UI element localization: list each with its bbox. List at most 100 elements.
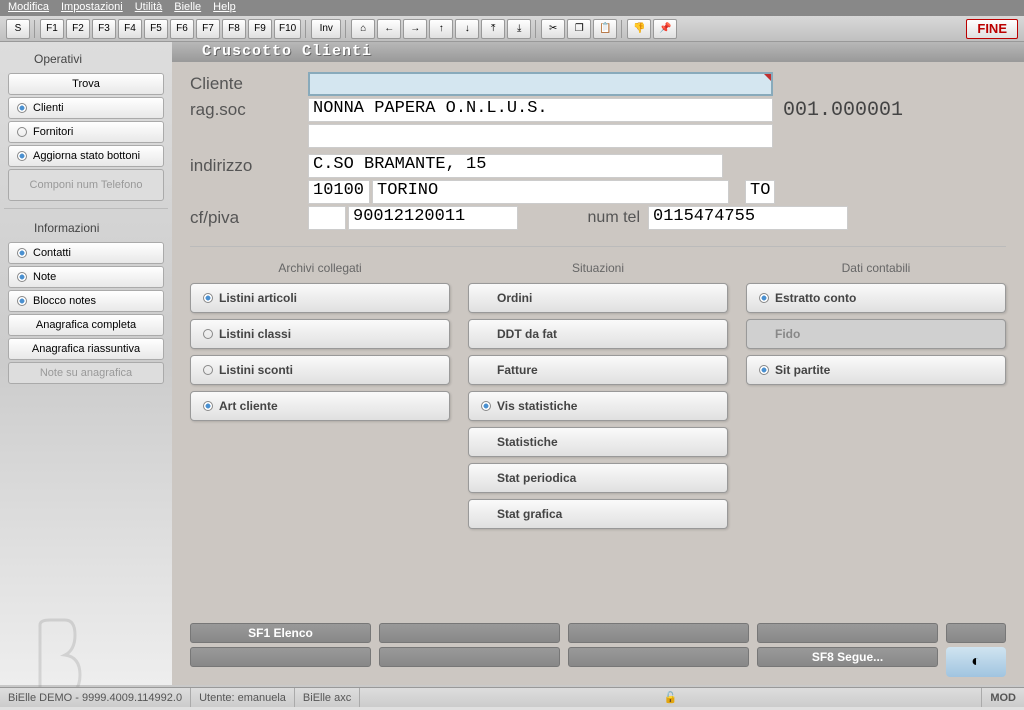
btn-vis-statistiche[interactable]: Vis statistiche <box>468 391 728 421</box>
sf4-button[interactable] <box>757 623 938 643</box>
radio-on-icon <box>203 293 213 303</box>
btn-stat-periodica[interactable]: Stat periodica <box>468 463 728 493</box>
input-cf[interactable] <box>308 206 346 230</box>
sf2-button[interactable] <box>379 623 560 643</box>
btn-estratto-conto[interactable]: Estratto conto <box>746 283 1006 313</box>
status-user: Utente: emanuela <box>191 688 295 707</box>
sf3-button[interactable] <box>568 623 749 643</box>
toolbar-inv[interactable]: Inv <box>311 19 341 39</box>
toolbar-f8[interactable]: F8 <box>222 19 246 39</box>
btn-fido: Fido <box>746 319 1006 349</box>
sf5-button[interactable] <box>946 623 1006 643</box>
btn-ddt[interactable]: DDT da fat <box>468 319 728 349</box>
speedometer-icon[interactable]: ◐ <box>946 647 1006 677</box>
sidebar: Operativi Trova Clienti Fornitori Aggior… <box>0 42 172 685</box>
toolbar-f7[interactable]: F7 <box>196 19 220 39</box>
client-form: Cliente rag.soc NONNA PAPERA O.N.L.U.S. … <box>172 62 1024 242</box>
input-numtel[interactable]: 0115474755 <box>648 206 848 230</box>
col-title-archivi: Archivi collegati <box>190 257 450 283</box>
toolbar-f5[interactable]: F5 <box>144 19 168 39</box>
input-cap[interactable]: 10100 <box>308 180 370 204</box>
cut-icon[interactable]: ✂ <box>541 19 565 39</box>
status-mod[interactable]: MOD <box>981 688 1024 707</box>
menu-help[interactable]: Help <box>213 1 236 15</box>
btn-stat-grafica[interactable]: Stat grafica <box>468 499 728 529</box>
paste-icon[interactable]: 📋 <box>593 19 617 39</box>
radio-on-icon <box>17 296 27 306</box>
toolbar-f1[interactable]: F1 <box>40 19 64 39</box>
btn-listini-articoli[interactable]: Listini articoli <box>190 283 450 313</box>
page-up-icon[interactable]: ⤒ <box>481 19 505 39</box>
arrow-right-icon[interactable]: → <box>403 19 427 39</box>
menu-utilita[interactable]: Utilità <box>135 1 163 15</box>
btn-fatture[interactable]: Fatture <box>468 355 728 385</box>
toolbar-f4[interactable]: F4 <box>118 19 142 39</box>
input-piva[interactable]: 90012120011 <box>348 206 518 230</box>
input-citta[interactable]: TORINO <box>372 180 729 204</box>
sf6-button[interactable] <box>190 647 371 667</box>
col-title-situazioni: Situazioni <box>468 257 728 283</box>
radio-on-icon <box>17 248 27 258</box>
btn-statistiche[interactable]: Statistiche <box>468 427 728 457</box>
btn-listini-sconti[interactable]: Listini sconti <box>190 355 450 385</box>
client-code: 001.000001 <box>783 99 903 122</box>
sf7-button[interactable] <box>379 647 560 667</box>
radio-off-icon <box>17 127 27 137</box>
toolbar-f6[interactable]: F6 <box>170 19 194 39</box>
arrow-up-icon[interactable]: ↑ <box>429 19 453 39</box>
toolbar-f2[interactable]: F2 <box>66 19 90 39</box>
menu-bielle[interactable]: Bielle <box>174 1 201 15</box>
status-version: BiElle DEMO - 9999.4009.114992.0 <box>0 688 191 707</box>
sidebar-group-operativi: Operativi <box>4 46 168 72</box>
menu-modifica[interactable]: Modifica <box>8 1 49 15</box>
sidebar-note[interactable]: Note <box>8 266 164 288</box>
radio-on-icon <box>17 103 27 113</box>
radio-on-icon <box>759 293 769 303</box>
sidebar-contatti[interactable]: Contatti <box>8 242 164 264</box>
btn-art-cliente[interactable]: Art cliente <box>190 391 450 421</box>
sidebar-anagrafica-completa[interactable]: Anagrafica completa <box>8 314 164 336</box>
sidebar-blocco-notes[interactable]: Blocco notes <box>8 290 164 312</box>
btn-listini-classi[interactable]: Listini classi <box>190 319 450 349</box>
col-situazioni: Situazioni Ordini DDT da fat Fatture Vis… <box>468 257 728 535</box>
input-ragsoc2[interactable] <box>308 124 773 148</box>
label-ragsoc: rag.soc <box>190 100 308 120</box>
pin-icon[interactable]: 📌 <box>653 19 677 39</box>
input-cliente[interactable] <box>308 72 773 96</box>
sf8-slot[interactable] <box>568 647 749 667</box>
toolbar-s-button[interactable]: S <box>6 19 30 39</box>
sf1-button[interactable]: SF1 Elenco <box>190 623 371 643</box>
toolbar: S F1 F2 F3 F4 F5 F6 F7 F8 F9 F10 Inv ⌂ ←… <box>0 16 1024 42</box>
sidebar-trova[interactable]: Trova <box>8 73 164 95</box>
sidebar-componi-telefono: Componi num Telefono <box>8 169 164 201</box>
content-area: Cruscotto Clienti Cliente rag.soc NONNA … <box>172 42 1024 685</box>
page-down-icon[interactable]: ⤓ <box>507 19 531 39</box>
btn-ordini[interactable]: Ordini <box>468 283 728 313</box>
toolbar-f10[interactable]: F10 <box>274 19 301 39</box>
arrow-down-icon[interactable]: ↓ <box>455 19 479 39</box>
menu-bar: Modifica Impostazioni Utilità Bielle Hel… <box>0 0 1024 16</box>
menu-impostazioni[interactable]: Impostazioni <box>61 1 123 15</box>
thumbs-down-icon[interactable]: 👎 <box>627 19 651 39</box>
copy-icon[interactable]: ❐ <box>567 19 591 39</box>
sidebar-note-anagrafica: Note su anagrafica <box>8 362 164 384</box>
radio-on-icon <box>203 401 213 411</box>
input-provincia[interactable]: TO <box>745 180 775 204</box>
radio-on-icon <box>481 401 491 411</box>
arrow-left-icon[interactable]: ← <box>377 19 401 39</box>
toolbar-f9[interactable]: F9 <box>248 19 272 39</box>
radio-on-icon <box>17 272 27 282</box>
sidebar-fornitori[interactable]: Fornitori <box>8 121 164 143</box>
label-numtel: num tel <box>518 209 648 227</box>
btn-sit-partite[interactable]: Sit partite <box>746 355 1006 385</box>
sidebar-clienti[interactable]: Clienti <box>8 97 164 119</box>
toolbar-f3[interactable]: F3 <box>92 19 116 39</box>
sf8-segue-button[interactable]: SF8 Segue... <box>757 647 938 667</box>
sidebar-group-informazioni: Informazioni <box>4 215 168 241</box>
input-indirizzo[interactable]: C.SO BRAMANTE, 15 <box>308 154 723 178</box>
sidebar-aggiorna[interactable]: Aggiorna stato bottoni <box>8 145 164 167</box>
home-icon[interactable]: ⌂ <box>351 19 375 39</box>
sidebar-anagrafica-riassuntiva[interactable]: Anagrafica riassuntiva <box>8 338 164 360</box>
fine-button[interactable]: FINE <box>966 19 1018 39</box>
input-ragsoc[interactable]: NONNA PAPERA O.N.L.U.S. <box>308 98 773 122</box>
